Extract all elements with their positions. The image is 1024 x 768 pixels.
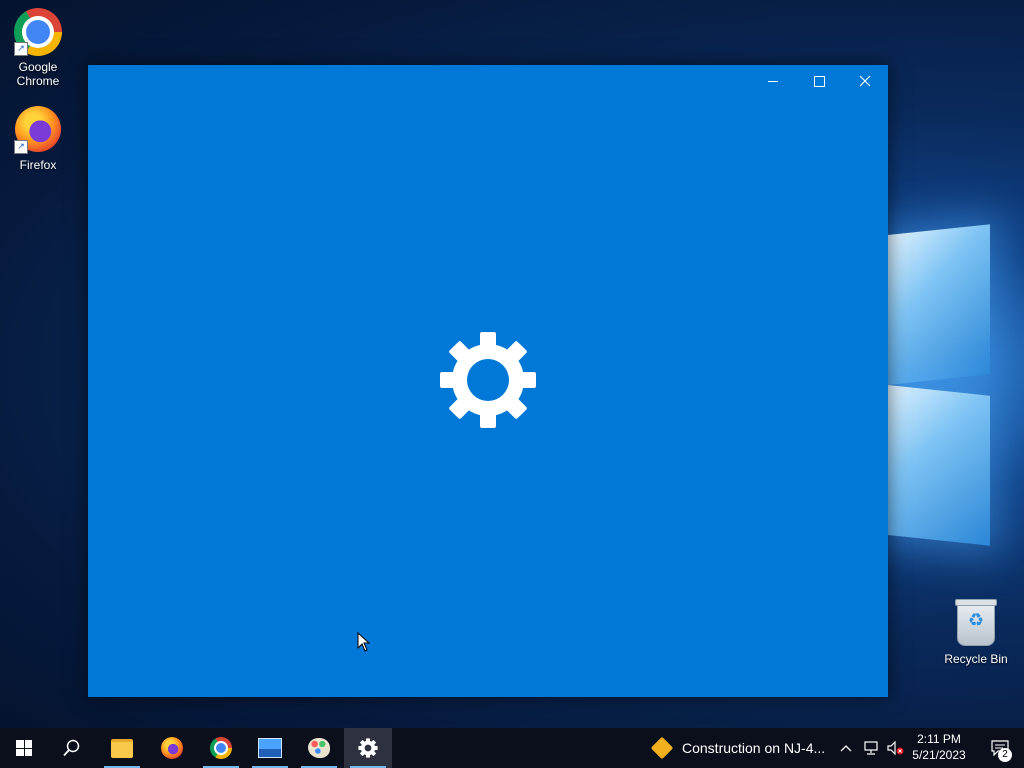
- windows-start-icon: [16, 740, 32, 756]
- taskbar-app-file-explorer[interactable]: [98, 728, 146, 768]
- network-icon: [864, 741, 878, 755]
- clock-time: 2:11 PM: [917, 732, 961, 746]
- firefox-icon: ↗: [14, 106, 62, 154]
- gear-icon: [358, 738, 378, 758]
- volume-button[interactable]: [884, 728, 908, 768]
- taskbar: Construction on NJ-4... 2:11 PM 5/21/202…: [0, 728, 1024, 768]
- maximize-button[interactable]: [796, 65, 842, 97]
- close-icon: [859, 75, 871, 87]
- shortcut-arrow-icon: ↗: [14, 140, 28, 154]
- desktop-icon-label: Firefox: [19, 158, 57, 172]
- minimize-button[interactable]: [750, 65, 796, 97]
- desktop-icon-firefox[interactable]: ↗ Firefox: [3, 106, 73, 172]
- close-button[interactable]: [842, 65, 888, 97]
- notification-count-badge: 2: [998, 748, 1012, 762]
- show-hidden-icons-button[interactable]: [836, 728, 856, 768]
- settings-window[interactable]: [88, 65, 888, 697]
- search-icon: [63, 739, 80, 757]
- mouse-cursor-icon: [357, 632, 371, 652]
- network-button[interactable]: [860, 728, 882, 768]
- desktop-icon-label: Recycle Bin: [944, 652, 1008, 666]
- desktop-icon-chrome[interactable]: ↗ Google Chrome: [3, 8, 73, 88]
- wallpaper-pane-bottom: [880, 384, 990, 546]
- taskbar-app-firefox[interactable]: [148, 728, 196, 768]
- clock-date: 5/21/2023: [912, 748, 966, 762]
- search-button[interactable]: [48, 728, 96, 768]
- taskbar-app-settings[interactable]: [344, 728, 392, 768]
- clock[interactable]: 2:11 PM 5/21/2023: [906, 731, 972, 763]
- start-button[interactable]: [0, 728, 48, 768]
- windows-logo-wallpaper: [880, 220, 1000, 546]
- photos-icon: [258, 738, 282, 758]
- taskbar-app-photos[interactable]: [246, 728, 294, 768]
- paint-icon: [308, 738, 330, 758]
- recycle-bin-icon: [955, 599, 997, 646]
- news-widget[interactable]: Construction on NJ-4...: [650, 728, 825, 768]
- taskbar-app-chrome[interactable]: [197, 728, 245, 768]
- wallpaper-pane-top: [880, 224, 990, 386]
- gear-icon: [440, 332, 536, 428]
- action-center-button[interactable]: 2: [980, 728, 1020, 768]
- folder-icon: [111, 738, 133, 758]
- maximize-icon: [813, 75, 825, 87]
- shortcut-arrow-icon: ↗: [14, 42, 28, 56]
- volume-muted-icon: [887, 741, 904, 755]
- chrome-icon: [210, 737, 232, 759]
- minimize-icon: [768, 80, 778, 82]
- taskbar-app-paint[interactable]: [295, 728, 343, 768]
- desktop-icon-recycle-bin[interactable]: Recycle Bin: [940, 599, 1012, 666]
- chrome-icon: ↗: [14, 8, 62, 56]
- traffic-warning-icon: [650, 736, 674, 760]
- firefox-icon: [161, 737, 183, 759]
- chevron-up-icon: [840, 745, 852, 752]
- news-text: Construction on NJ-4...: [682, 740, 826, 756]
- desktop-icon-label: Google Chrome: [16, 60, 60, 88]
